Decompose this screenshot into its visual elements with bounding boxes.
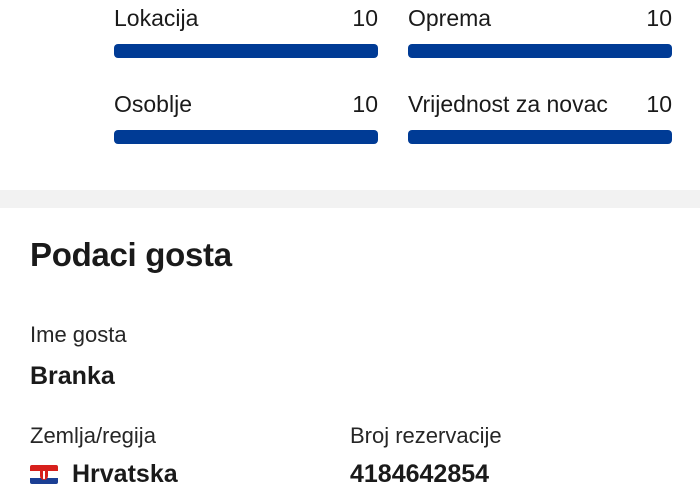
rating-bar [408, 44, 672, 58]
rating-staff: Osoblje 10 [114, 90, 378, 144]
rating-bar-fill [408, 44, 672, 58]
booking-number-value: 4184642854 [350, 460, 490, 488]
rating-bar [114, 130, 378, 144]
rating-bar-fill [114, 130, 378, 144]
rating-label: Vrijednost za novac [408, 91, 608, 117]
rating-bar-fill [114, 44, 378, 58]
guest-details-title: Podaci gosta [30, 236, 232, 273]
rating-bar-fill [408, 130, 672, 144]
country-name: Hrvatska [72, 460, 178, 488]
section-divider [0, 190, 700, 208]
rating-score: 10 [352, 5, 378, 31]
booking-number-label: Broj rezervacije [350, 423, 502, 448]
rating-breakdown: Lokacija 10 Oprema 10 Osoblje 10 Vrijedn… [0, 0, 700, 190]
rating-score: 10 [352, 91, 378, 117]
rating-value-for-money: Vrijednost za novac 10 [408, 90, 672, 144]
croatia-flag-icon [30, 465, 58, 484]
rating-score: 10 [646, 5, 672, 31]
rating-score: 10 [646, 91, 672, 117]
rating-label: Osoblje [114, 91, 192, 117]
rating-location: Lokacija 10 [114, 4, 378, 58]
country-label: Zemlja/regija [30, 423, 156, 448]
rating-bar [408, 130, 672, 144]
rating-label: Lokacija [114, 5, 199, 31]
guest-name-value: Branka [30, 362, 115, 390]
rating-facilities: Oprema 10 [408, 4, 672, 58]
rating-label: Oprema [408, 5, 492, 31]
guest-details-section: Podaci gosta Ime gosta Branka Zemlja/reg… [0, 208, 700, 500]
rating-bar [114, 44, 378, 58]
country-value: Hrvatska [30, 460, 178, 489]
guest-name-label: Ime gosta [30, 322, 127, 347]
